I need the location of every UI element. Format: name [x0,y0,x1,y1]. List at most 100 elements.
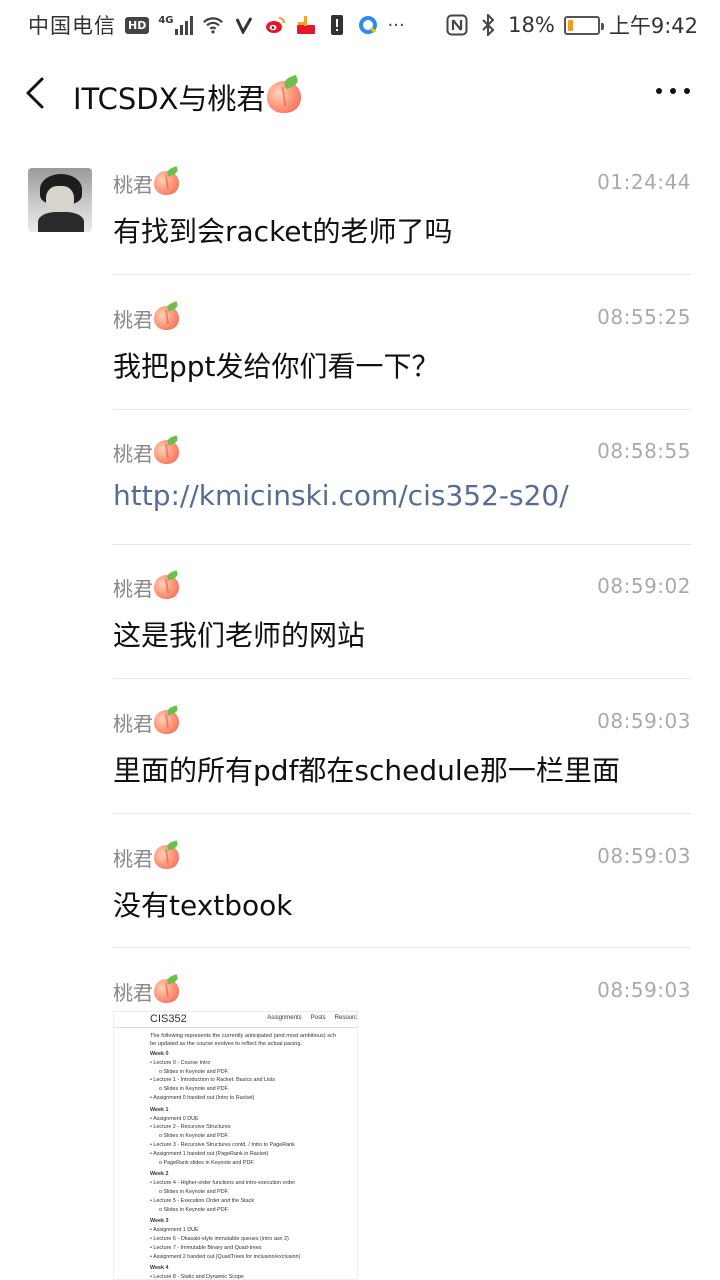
image-schedule-line: Assignment 0 handed out (Intro to Racket… [150,1094,357,1103]
image-schedule-line: Slides in Keynote and PDF. [150,1132,357,1141]
image-schedule-line: Slides in Keynote and PDF. [150,1085,357,1094]
image-schedule-line: Lecture 5 - Execution Order and the Stac… [150,1197,357,1206]
app-store-icon [295,14,317,36]
divider [113,947,691,948]
clock: 上午9:42 [608,14,698,38]
image-intro: The following represents the currently a… [150,1032,351,1048]
image-schedule-line: Lecture 7 - Immutable Binary and Quad-tr… [150,1244,357,1253]
nfc-icon [446,14,468,36]
image-nav-item: Assignments [267,1015,302,1021]
image-schedule-line: Lecture 4 - Higher-order functions and i… [150,1179,357,1188]
image-schedule-line: Lecture 3 - Recursive Structures contd. … [150,1141,357,1150]
status-bar: 中国电信 HD 4G ··· 18% 上午9:42 [0,0,720,50]
message-time: 08:59:03 [597,709,691,733]
message-link[interactable]: http://kmicinski.com/cis352-s20/ [113,479,569,512]
image-schedule-line: Week 4 [150,1265,169,1272]
image-schedule-line: Lecture 2 - Recursive Structures [150,1123,357,1132]
peach-icon [154,979,179,1003]
status-bar-left: 中国电信 HD 4G ··· [28,10,405,40]
message-time: 08:55:25 [597,305,691,329]
back-arrow-icon[interactable] [22,76,52,110]
image-schedule-line: Assignment 0 DUE [150,1115,357,1124]
image-nav-item: Posts [310,1015,326,1021]
network-type: 4G [158,15,174,26]
sender-name: 桃君 [113,168,179,198]
image-schedule-line: Week 1 [150,1106,169,1113]
message-item: 桃君 08:55:25 我把ppt发给你们看一下？ [113,303,691,383]
image-schedule-line: Assignment 1 DUE [150,1226,357,1235]
peach-icon [154,845,179,869]
sender-name: 桃君 [113,842,179,872]
qq-browser-icon [357,14,379,36]
sender-name: 桃君 [113,303,179,333]
peach-icon [267,81,302,113]
chat-title: ITCSDX与桃君 [73,76,302,118]
message-time: 08:59:02 [597,574,691,598]
more-notifications-icon: ··· [387,14,405,36]
image-nav: Assignments Posts Resourc [267,1015,357,1021]
app-v-icon [233,14,255,36]
divider [113,813,691,814]
divider [113,409,691,410]
sender-name: 桃君 [113,976,179,1006]
avatar[interactable] [28,168,92,232]
peach-icon [154,171,179,195]
message-text[interactable]: 这是我们老师的网站 [113,614,365,654]
chat-title-text: ITCSDX与桃君 [73,82,266,116]
peach-icon [154,306,179,330]
carrier-name: 中国电信 [28,14,116,38]
message-item: 桃君 08:59:02 这是我们老师的网站 [113,572,691,652]
message-time: 08:59:03 [597,978,691,1002]
bluetooth-icon [477,14,499,36]
image-header: CIS352 Assignments Posts Resourc [114,1012,357,1028]
message-item: 桃君 08:59:03 没有textbook [113,842,691,922]
peach-icon [154,440,179,464]
message-item: 桃君 01:24:44 有找到会racket的老师了吗 [113,168,691,248]
image-schedule-line: Lecture 0 - Course Intro [150,1059,357,1068]
peach-icon [154,575,179,599]
image-schedule-line: Lecture 6 - Okasaki-style immutable queu… [150,1235,357,1244]
chat-header: ITCSDX与桃君 [0,50,720,138]
image-message[interactable]: CIS352 Assignments Posts Resourc The fol… [113,1011,358,1280]
message-text[interactable]: 我把ppt发给你们看一下？ [113,345,440,385]
wifi-icon [202,14,224,36]
message-item: 桃君 08:59:03 里面的所有pdf都在schedule那一栏里面 [113,707,691,787]
sender-name: 桃君 [113,572,179,602]
image-schedule-line: Slides in Keynote and PDF. [150,1188,357,1197]
alert-icon [326,14,348,36]
message-item: 桃君 08:59:03 [113,976,691,1010]
image-schedule-line: Assignment 2 handed out (QuadTrees for i… [150,1253,357,1262]
hd-badge: HD [125,16,150,34]
image-schedule-line: Lecture 8 - Static and Dynamic Scope [150,1273,357,1279]
weibo-icon [264,14,286,36]
divider [113,678,691,679]
more-icon[interactable] [656,88,690,98]
image-nav-item: Resourc [334,1015,357,1021]
message-text[interactable]: 有找到会racket的老师了吗 [113,210,453,250]
image-schedule-line: Week 0 [150,1051,169,1057]
image-schedule-list: Week 0Lecture 0 - Course IntroSlides in … [150,1050,357,1279]
image-schedule-line: Assignment 1 handed out (PageRank in Rac… [150,1150,357,1159]
divider [113,544,691,545]
message-time: 08:59:03 [597,844,691,868]
battery-level [567,19,573,31]
sender-name: 桃君 [113,437,179,467]
message-time: 01:24:44 [597,170,691,194]
image-schedule-line: Week 2 [150,1171,169,1178]
message-text[interactable]: 没有textbook [113,884,293,924]
message-text[interactable]: 里面的所有pdf都在schedule那一栏里面 [113,749,620,789]
status-bar-right: 18% 上午9:42 [446,10,698,40]
image-intro-line: The following represents the currently a… [150,1033,336,1039]
message-time: 08:58:55 [597,439,691,463]
peach-icon [154,710,179,734]
image-intro-line: be updated as the course evolves to refl… [150,1041,303,1047]
image-schedule-line: Lecture 1 - Introduction to Racket: Basi… [150,1076,357,1085]
image-brand: CIS352 [150,1013,187,1025]
image-schedule-line: Week 3 [150,1218,169,1225]
message-item: 桃君 08:58:55 http://kmicinski.com/cis352-… [113,437,691,517]
image-schedule-line: Slides in Keynote and PDF. [150,1068,357,1077]
sender-name: 桃君 [113,707,179,737]
signal-icon: 4G [158,15,193,35]
divider [113,274,691,275]
battery-percent: 18% [508,13,555,37]
